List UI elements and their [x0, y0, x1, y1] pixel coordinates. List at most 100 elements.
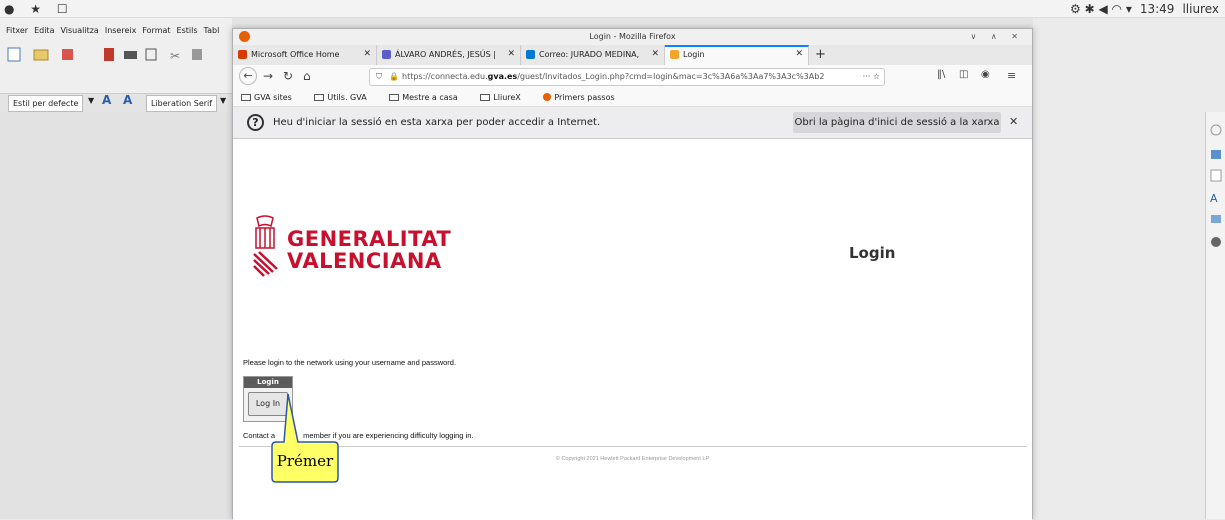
window-controls[interactable]: ∨ ∧ ✕ — [971, 29, 1025, 45]
cut-icon[interactable]: ✂ — [170, 49, 180, 63]
extension-icon[interactable]: ◉ — [981, 69, 990, 80]
logo-line-1: GENERALITAT — [287, 227, 452, 251]
bookmark-label: Mestre a casa — [402, 93, 458, 102]
dropdown-arrow-icon[interactable]: ▼ — [88, 96, 94, 105]
firefox-logo-icon — [239, 31, 250, 42]
libreoffice-menubar: Fitxer Edita Visualitza Insereix Format Estil… — [0, 18, 232, 42]
notification-message: Heu d'iniciar la sessió en esta xarxa pe… — [273, 117, 601, 128]
callout-shape — [271, 393, 339, 483]
libreoffice-sidebar: A — [1205, 112, 1225, 519]
open-login-page-button[interactable]: Obri la pàgina d'inici de sessió a la xa… — [793, 112, 1001, 133]
generalitat-logo: GENERALITAT VALENCIANA — [251, 212, 451, 284]
system-tray: ⚙ ✱ ◀ ◠ ▾ 13:49 lliurex — [1070, 2, 1219, 16]
new-style-icon[interactable]: A — [123, 93, 132, 107]
coat-of-arms-icon — [253, 215, 278, 277]
page-actions-icon[interactable]: ··· — [863, 72, 871, 81]
new-tab-button[interactable]: + — [809, 45, 829, 65]
web-page: GENERALITAT VALENCIANA Login Please logi… — [233, 139, 1032, 520]
tab-login[interactable]: Login ✕ — [665, 45, 809, 65]
url-prefix: https://connecta.edu. — [402, 72, 488, 81]
logo-line-2: VALENCIANA — [287, 249, 442, 273]
bookmark-utils-gva[interactable]: Utils. GVA — [314, 93, 376, 102]
new-document-icon[interactable] — [7, 47, 21, 62]
update-style-icon[interactable]: A — [102, 93, 111, 107]
page-icon[interactable] — [1210, 169, 1222, 182]
bookmark-label: Primers passos — [554, 93, 615, 102]
bookmark-gva-sites[interactable]: GVA sites — [241, 93, 302, 102]
open-folder-icon[interactable] — [33, 49, 49, 61]
tab-label: ÁLVARO ANDRÉS, JESÚS | — [395, 50, 496, 59]
reload-icon[interactable]: ↻ — [283, 69, 293, 83]
tab-close-icon[interactable]: ✕ — [651, 49, 659, 59]
font-name-select[interactable]: Liberation Serif — [146, 95, 218, 112]
back-arrow-icon[interactable]: ← — [239, 67, 257, 85]
print-preview-icon[interactable] — [145, 48, 157, 61]
tab-close-icon[interactable]: ✕ — [363, 49, 371, 59]
folder-icon — [314, 94, 325, 101]
libreoffice-standard-toolbar: ✂ — [0, 42, 232, 66]
tab-close-icon[interactable]: ✕ — [507, 49, 515, 59]
tab-label: Microsoft Office Home — [251, 50, 340, 59]
system-launcher-icons[interactable]: ● ★ ☐ — [4, 2, 74, 16]
gallery-icon[interactable] — [1211, 215, 1221, 223]
callout-annotation: Prémer — [270, 390, 340, 485]
bookmark-label: Utils. GVA — [327, 93, 367, 102]
bookmarks-toolbar: GVA sites Utils. GVA Mestre a casa Lliur… — [233, 89, 1032, 107]
close-notification-icon[interactable]: ✕ — [1009, 115, 1018, 128]
system-top-bar: ● ★ ☐ ⚙ ✱ ◀ ◠ ▾ 13:49 lliurex — [0, 0, 1225, 18]
url-bar[interactable]: ⛉ 🔒 https://connecta.edu.gva.es/guest/In… — [369, 68, 885, 86]
menu-table[interactable]: Tabl — [204, 26, 220, 35]
sidebar-icon[interactable]: ◫ — [959, 69, 968, 80]
libreoffice-format-toolbar — [0, 66, 232, 94]
library-icon[interactable]: ‖\ — [937, 69, 945, 80]
print-icon[interactable] — [124, 51, 137, 59]
copy-icon[interactable] — [192, 49, 202, 60]
styles-icon[interactable]: A — [1210, 192, 1218, 205]
menu-view[interactable]: Visualitza — [60, 26, 98, 35]
save-icon[interactable] — [62, 49, 73, 60]
home-icon[interactable]: ⌂ — [303, 69, 311, 83]
navigator-icon[interactable] — [1211, 237, 1221, 247]
bookmark-label: GVA sites — [254, 93, 292, 102]
bookmark-star-icon[interactable]: ☆ — [873, 72, 880, 81]
navigation-toolbar: ← → ↻ ⌂ ⛉ 🔒 https://connecta.edu.gva.es/… — [233, 65, 1032, 89]
tab-close-icon[interactable]: ✕ — [795, 49, 803, 59]
paragraph-style-select[interactable]: Estil per defecte — [8, 95, 84, 112]
footer-divider — [239, 446, 1027, 447]
login-instructions: Please login to the network using your u… — [243, 358, 457, 367]
settings-icon[interactable] — [1210, 124, 1222, 136]
menu-file[interactable]: Fitxer — [6, 26, 28, 35]
tab-outlook[interactable]: Correo: JURADO MEDINA, ✕ — [521, 45, 665, 65]
clock: 13:49 — [1139, 2, 1175, 16]
teams-icon — [382, 50, 391, 59]
dropdown-arrow-icon[interactable]: ▼ — [220, 96, 226, 105]
export-pdf-icon[interactable] — [104, 48, 114, 61]
tab-office-home[interactable]: Microsoft Office Home ✕ — [233, 45, 377, 65]
folder-icon — [389, 94, 400, 101]
libreoffice-document-area[interactable] — [0, 112, 232, 519]
menu-edit[interactable]: Edita — [34, 26, 54, 35]
window-title: Login - Mozilla Firefox — [589, 32, 676, 41]
menu-format[interactable]: Format — [142, 26, 170, 35]
captive-portal-notification: ? Heu d'iniciar la sessió en esta xarxa … — [233, 107, 1032, 139]
bookmark-lliurex[interactable]: LliureX — [480, 93, 531, 102]
menu-insert[interactable]: Insereix — [105, 26, 137, 35]
firefox-window: Login - Mozilla Firefox ∨ ∧ ✕ Microsoft … — [232, 28, 1033, 520]
shield-icon[interactable]: ⛉ — [376, 69, 382, 85]
libreoffice-right-area — [1033, 18, 1225, 519]
tab-label: Login — [683, 50, 705, 59]
tray-icons[interactable]: ⚙ ✱ ◀ ◠ ▾ — [1070, 2, 1132, 16]
tab-teams[interactable]: ÁLVARO ANDRÉS, JESÚS | ✕ — [377, 45, 521, 65]
bookmark-mestre-a-casa[interactable]: Mestre a casa — [389, 93, 468, 102]
bookmark-primers-passos[interactable]: Primers passos — [543, 93, 624, 102]
lock-warning-icon[interactable]: 🔒 — [389, 69, 399, 85]
outlook-icon — [526, 50, 535, 59]
tab-strip: Microsoft Office Home ✕ ÁLVARO ANDRÉS, J… — [233, 45, 1032, 65]
menu-hamburger-icon[interactable]: ≡ — [1007, 69, 1016, 82]
session-user[interactable]: lliurex — [1182, 2, 1219, 16]
forward-arrow-icon[interactable]: → — [263, 69, 273, 83]
properties-icon[interactable] — [1211, 150, 1221, 159]
firefox-icon — [543, 93, 552, 101]
menu-styles[interactable]: Estils — [177, 26, 198, 35]
folder-icon — [480, 94, 491, 101]
